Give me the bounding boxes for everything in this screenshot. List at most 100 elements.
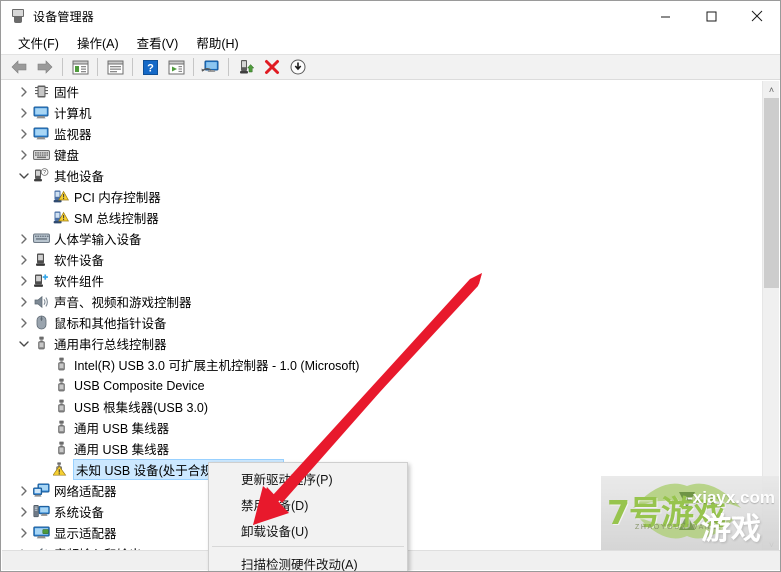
chevron-right-icon[interactable] bbox=[16, 144, 32, 165]
chevron-right-icon[interactable] bbox=[16, 123, 32, 144]
chevron-right-icon[interactable] bbox=[16, 102, 32, 123]
tree-row[interactable]: Intel(R) USB 3.0 可扩展主机控制器 - 1.0 (Microso… bbox=[2, 354, 762, 375]
toolbar-separator bbox=[193, 58, 194, 76]
computer-icon bbox=[32, 102, 50, 123]
tree-row-label: 网络适配器 bbox=[54, 485, 117, 499]
tree-row-label: 系统设备 bbox=[54, 506, 105, 520]
window-controls bbox=[642, 1, 780, 31]
tree-row[interactable]: 键盘 bbox=[2, 144, 762, 165]
tree-row[interactable]: 通用 USB 集线器 bbox=[2, 417, 762, 438]
usb-icon bbox=[32, 333, 50, 354]
tree-row[interactable]: SM 总线控制器 bbox=[2, 207, 762, 228]
tree-row[interactable]: 软件组件 bbox=[2, 270, 762, 291]
sound-icon bbox=[32, 291, 50, 312]
chevron-right-icon[interactable] bbox=[16, 291, 32, 312]
device-manager-window: 设备管理器 文件(F) 操作(A) 查看(V) 帮助(H) ? 固件 计算机 监… bbox=[0, 0, 781, 572]
toolbar: ? bbox=[1, 54, 780, 80]
tree-row[interactable]: USB Composite Device bbox=[2, 375, 762, 396]
warning-device-icon bbox=[52, 207, 70, 228]
ctx-uninstall-device[interactable]: 卸载设备(U) bbox=[209, 517, 407, 543]
scrollbar-track[interactable] bbox=[763, 98, 779, 536]
display-adapter-icon bbox=[32, 522, 50, 543]
context-menu[interactable]: 更新驱动程序(P) 禁用设备(D) 卸载设备(U) 扫描检测硬件改动(A) bbox=[208, 462, 408, 572]
menu-bar: 文件(F) 操作(A) 查看(V) 帮助(H) bbox=[1, 31, 780, 54]
tree-row[interactable]: PCI 内存控制器 bbox=[2, 186, 762, 207]
menu-help[interactable]: 帮助(H) bbox=[187, 31, 247, 55]
chevron-placeholder bbox=[36, 417, 52, 438]
update-driver-icon[interactable] bbox=[163, 55, 189, 79]
svg-text:?: ? bbox=[147, 62, 154, 74]
enable-device-icon[interactable] bbox=[233, 55, 259, 79]
window-title: 设备管理器 bbox=[33, 9, 95, 24]
show-hide-console-tree-icon[interactable] bbox=[67, 55, 93, 79]
tree-row[interactable]: 鼠标和其他指针设备 bbox=[2, 312, 762, 333]
scrollbar-thumb[interactable] bbox=[764, 98, 779, 288]
ctx-scan-hardware-changes[interactable]: 扫描检测硬件改动(A) bbox=[209, 550, 407, 572]
chevron-placeholder bbox=[36, 354, 52, 375]
device-manager-icon bbox=[10, 8, 26, 24]
uninstall-device-icon[interactable] bbox=[259, 55, 285, 79]
tree-row[interactable]: 软件设备 bbox=[2, 249, 762, 270]
chevron-right-icon[interactable] bbox=[16, 270, 32, 291]
menu-file[interactable]: 文件(F) bbox=[9, 31, 68, 55]
tree-row-label: 通用 USB 集线器 bbox=[74, 422, 170, 436]
tree-row[interactable]: ? 其他设备 bbox=[2, 165, 762, 186]
back-arrow-icon[interactable] bbox=[6, 55, 32, 79]
ctx-update-driver[interactable]: 更新驱动程序(P) bbox=[209, 465, 407, 491]
chevron-right-icon[interactable] bbox=[16, 522, 32, 543]
svg-text:?: ? bbox=[43, 170, 46, 176]
chevron-right-icon[interactable] bbox=[16, 81, 32, 102]
help-icon[interactable]: ? bbox=[137, 55, 163, 79]
scan-hardware-changes-icon[interactable] bbox=[198, 55, 224, 79]
download-icon[interactable] bbox=[285, 55, 311, 79]
tree-row-label: 显示适配器 bbox=[54, 527, 117, 541]
tree-row-label: 键盘 bbox=[54, 149, 80, 163]
tree-row[interactable]: 固件 bbox=[2, 81, 762, 102]
menu-action[interactable]: 操作(A) bbox=[68, 31, 128, 55]
chevron-placeholder bbox=[36, 375, 52, 396]
tree-row-label: SM 总线控制器 bbox=[74, 212, 159, 226]
chevron-right-icon[interactable] bbox=[16, 312, 32, 333]
maximize-button[interactable] bbox=[688, 1, 734, 31]
tree-row-label: 通用串行总线控制器 bbox=[54, 338, 167, 352]
menu-view[interactable]: 查看(V) bbox=[128, 31, 188, 55]
minimize-button[interactable] bbox=[642, 1, 688, 31]
tree-row[interactable]: 人体学输入设备 bbox=[2, 228, 762, 249]
chevron-right-icon[interactable] bbox=[16, 249, 32, 270]
watermark-cn-text-2: 游戏 bbox=[701, 512, 761, 547]
tree-row-label: Intel(R) USB 3.0 可扩展主机控制器 - 1.0 (Microso… bbox=[74, 359, 360, 373]
tree-row[interactable]: 声音、视频和游戏控制器 bbox=[2, 291, 762, 312]
forward-arrow-icon[interactable] bbox=[32, 55, 58, 79]
usb-icon bbox=[52, 438, 70, 459]
tree-row[interactable]: 监视器 bbox=[2, 123, 762, 144]
ctx-disable-device[interactable]: 禁用设备(D) bbox=[209, 491, 407, 517]
tree-row-label: 软件组件 bbox=[54, 275, 105, 289]
tree-row-label: 固件 bbox=[54, 86, 80, 100]
tree-row-label: 软件设备 bbox=[54, 254, 105, 268]
chevron-right-icon[interactable] bbox=[16, 501, 32, 522]
chevron-down-icon[interactable] bbox=[16, 333, 32, 354]
chevron-right-icon[interactable] bbox=[16, 228, 32, 249]
other-devices-icon: ? bbox=[32, 165, 50, 186]
tree-row[interactable]: 计算机 bbox=[2, 102, 762, 123]
usb-icon bbox=[52, 396, 70, 417]
chevron-placeholder bbox=[36, 186, 52, 207]
tree-row[interactable]: 通用 USB 集线器 bbox=[2, 438, 762, 459]
usb-icon bbox=[52, 375, 70, 396]
tree-row[interactable]: 通用串行总线控制器 bbox=[2, 333, 762, 354]
tree-row[interactable]: USB 根集线器(USB 3.0) bbox=[2, 396, 762, 417]
chevron-down-icon[interactable] bbox=[16, 165, 32, 186]
chevron-right-icon[interactable] bbox=[16, 480, 32, 501]
close-button[interactable] bbox=[734, 1, 780, 31]
tree-row-label: USB Composite Device bbox=[74, 378, 205, 393]
scroll-up-button[interactable]: ˄ bbox=[763, 81, 780, 98]
mouse-icon bbox=[32, 312, 50, 333]
tree-row-label: 其他设备 bbox=[54, 170, 105, 184]
usb-icon bbox=[52, 417, 70, 438]
tree-row-label: PCI 内存控制器 bbox=[74, 191, 161, 205]
properties-icon[interactable] bbox=[102, 55, 128, 79]
context-menu-separator bbox=[212, 546, 404, 547]
toolbar-separator bbox=[228, 58, 229, 76]
warning-usb-icon bbox=[52, 459, 70, 480]
toolbar-separator bbox=[62, 58, 63, 76]
